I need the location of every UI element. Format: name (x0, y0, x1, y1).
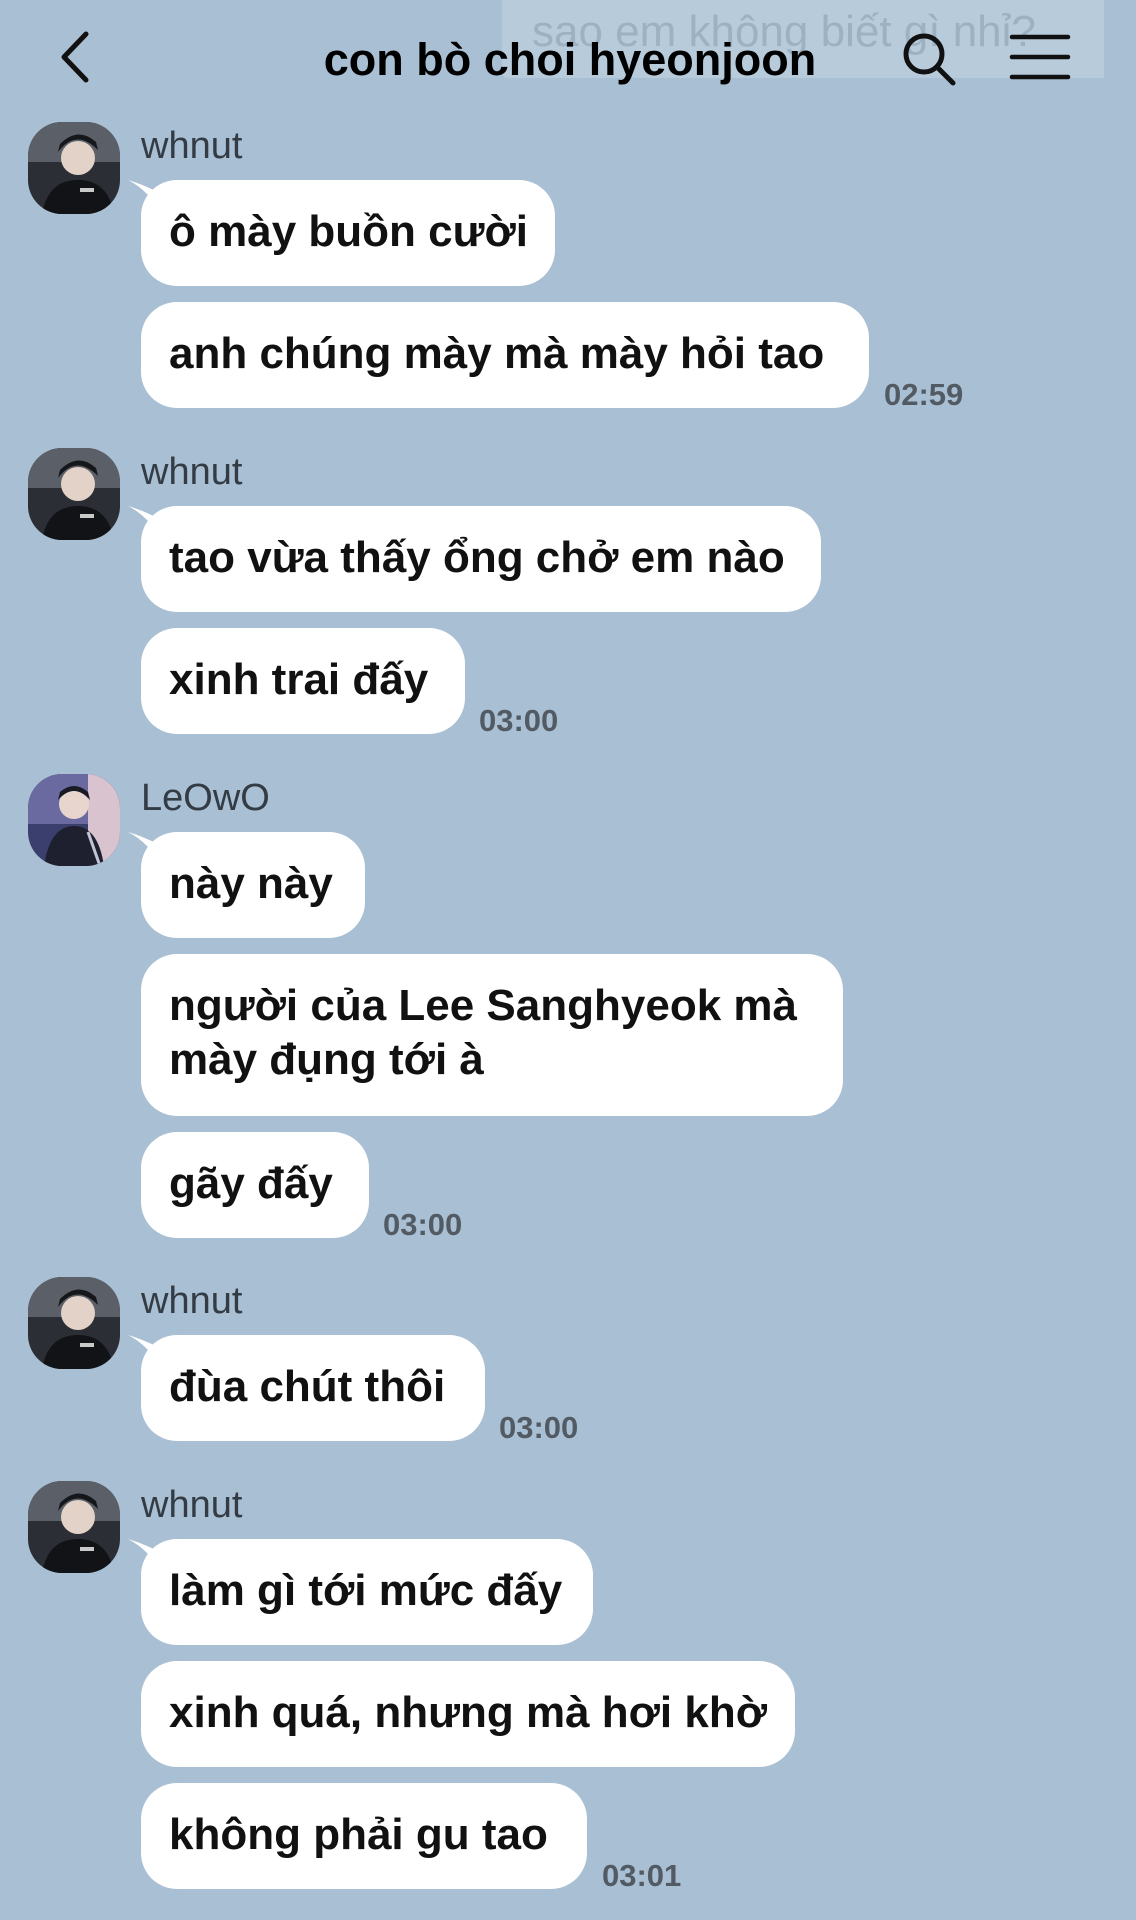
message-timestamp: 03:00 (479, 703, 559, 738)
message-bubble[interactable]: đùa chút thôi (141, 1335, 485, 1441)
message-bubble[interactable]: ô mày buồn cười (141, 180, 555, 286)
back-button[interactable] (52, 28, 104, 86)
avatar[interactable] (28, 774, 120, 866)
search-icon (903, 33, 956, 86)
chevron-left-icon (61, 31, 89, 83)
message-bubble[interactable]: không phải gu tao (141, 1783, 587, 1889)
avatar[interactable] (28, 122, 120, 214)
chat-title: con bò choi hyeonjoon (323, 34, 817, 85)
message-bubble[interactable]: tao vừa thấy ổng chở em nào (141, 506, 821, 612)
message-bubble[interactable]: làm gì tới mức đấy (141, 1539, 593, 1645)
chat-header: con bò choi hyeonjoon (0, 0, 1136, 120)
avatar[interactable] (28, 1481, 120, 1573)
hamburger-menu-icon (1009, 34, 1071, 80)
message-bubble[interactable]: xinh trai đấy (141, 628, 465, 734)
message-timestamp: 03:01 (602, 1858, 682, 1893)
sender-name: whnut (141, 1484, 243, 1526)
sender-name: whnut (141, 451, 243, 493)
message-bubble[interactable]: xinh quá, nhưng mà hơi khờ (141, 1661, 795, 1767)
menu-button[interactable] (1008, 32, 1072, 82)
message-bubble[interactable]: này này (141, 832, 365, 938)
message-timestamp: 03:00 (499, 1410, 579, 1445)
sender-name: whnut (141, 1280, 243, 1322)
search-button[interactable] (900, 30, 958, 88)
sender-name: whnut (141, 125, 243, 167)
message-bubble[interactable]: anh chúng mày mà mày hỏi tao (141, 302, 869, 408)
message-bubble[interactable]: người của Lee Sanghyeok mà mày đụng tới … (141, 954, 843, 1116)
avatar[interactable] (28, 448, 120, 540)
avatar[interactable] (28, 1277, 120, 1369)
message-timestamp: 03:00 (383, 1207, 463, 1242)
message-bubble[interactable]: gãy đấy (141, 1132, 369, 1238)
sender-name: LeOwO (141, 777, 270, 819)
message-timestamp: 02:59 (884, 377, 964, 412)
